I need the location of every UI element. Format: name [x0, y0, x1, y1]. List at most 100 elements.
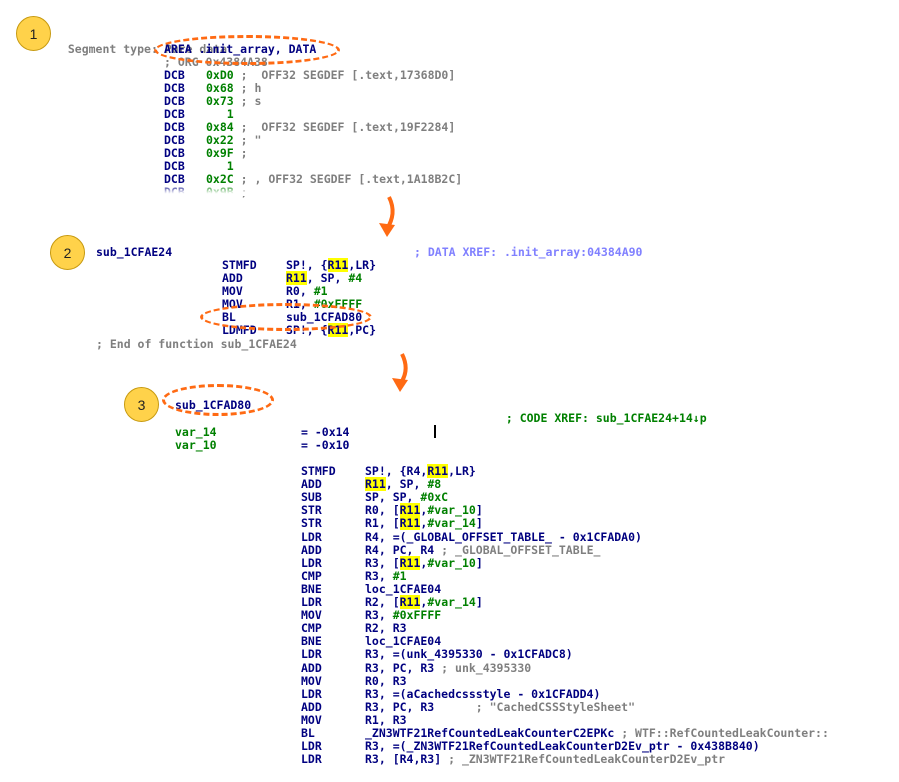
instruction-line[interactable]: LDR R4, =(_GLOBAL_OFFSET_TABLE_ - 0x1CFAD…: [301, 529, 642, 544]
dcb-value: 1: [206, 107, 234, 121]
function-name-sub-1cfae24[interactable]: sub_1CFAE24: [96, 246, 172, 259]
mnemonic: LDR: [301, 647, 322, 662]
mnemonic: STR: [301, 503, 322, 518]
operands: R3, #1: [365, 568, 407, 583]
instruction-line[interactable]: ADD R3, PC, R3 ; unk_4395330: [301, 660, 532, 675]
stack-var-line[interactable]: var_10 = -0x10: [175, 439, 349, 452]
mnemonic: CMP: [301, 568, 322, 583]
instruction-line[interactable]: STR R1, [R11,#var_14]: [301, 516, 483, 531]
mnemonic: ADD: [301, 542, 322, 557]
instruction-line[interactable]: MOV R3, #0xFFFF: [301, 609, 441, 622]
code-xref-tail: p: [699, 411, 707, 425]
end-of-function-comment: ; End of function sub_1CFAE24: [96, 337, 297, 351]
operands: R0, #1: [286, 284, 328, 298]
data-xref-comment[interactable]: ; DATA XREF: .init_array:04384A90: [414, 246, 642, 259]
dcb-value: 1: [206, 159, 234, 173]
flow-arrow-1-icon: [379, 196, 395, 237]
mnemonic: STR: [301, 516, 322, 531]
instruction-line[interactable]: BNE loc_1CFAE04: [301, 581, 442, 596]
listing-fade: [160, 184, 460, 196]
dcb-value: 0xD0: [206, 68, 234, 82]
operands: R0, R3: [365, 673, 407, 688]
operands: SP!, {R11,LR}: [286, 258, 377, 272]
instruction-line[interactable]: SUB SP, SP, #0xC: [301, 491, 448, 504]
code-xref-comment[interactable]: ; CODE XREF: sub_1CFAE24+14↓p: [492, 399, 707, 425]
operands: R4, =(_GLOBAL_OFFSET_TABLE_ - 0x1CFADA0): [365, 529, 642, 544]
operands: SP, SP, #0xC: [365, 490, 449, 505]
mnemonic: ADD: [301, 660, 322, 675]
mnemonic: LDR: [301, 595, 322, 609]
dcb-value: 0x9F: [206, 146, 234, 160]
dcb-value: 0x84: [206, 120, 234, 134]
operands: R3, #0xFFFF: [365, 608, 442, 623]
instruction-line[interactable]: LDR R3, =(_ZN3WTF21RefCountedLeakCounterD…: [301, 740, 760, 753]
instruction-line[interactable]: CMP R3, #1: [301, 568, 407, 583]
mnemonic: STMFD: [301, 464, 336, 478]
operands: R1, [R11,#var_14]: [365, 516, 483, 531]
operands: R4, PC, R4 ; _GLOBAL_OFFSET_TABLE_: [365, 542, 601, 557]
dcb-comment: ; OFF32 SEGDEF [.text,19F2284]: [233, 120, 456, 134]
instruction-line[interactable]: STR R0, [R11,#var_10]: [301, 503, 483, 518]
mnemonic: MOV: [301, 712, 322, 727]
mnemonic: LDR: [301, 529, 322, 544]
operands: R1, R3: [365, 712, 407, 727]
highlight-oval-area: [154, 35, 340, 65]
code-xref-text: ; CODE XREF: sub_1CFAE24+14: [505, 411, 693, 425]
operands: loc_1CFAE04: [365, 634, 442, 649]
instruction-line[interactable]: ADD R11, SP, #8: [301, 477, 442, 492]
operands: R0, [R11,#var_10]: [365, 503, 483, 518]
instruction-line[interactable]: MOV R1, R3: [301, 712, 407, 727]
operands: _ZN3WTF21RefCountedLeakCounterC2EPKc ; W…: [365, 726, 829, 740]
instruction-line[interactable]: LDR R3, =(aCachedcssstyle - 0x1CFADD4): [301, 686, 600, 701]
operands: R3, PC, R3 ; unk_4395330: [365, 660, 532, 675]
mnemonic: BNE: [301, 581, 322, 596]
dcb-comment: ; OFF32 SEGDEF [.text,17368D0]: [233, 68, 456, 82]
mnemonic: BL: [301, 726, 315, 740]
mnemonic: ADD: [301, 699, 322, 714]
instruction-line[interactable]: LDR R3, [R11,#var_10]: [301, 555, 483, 570]
mnemonic: ADD: [301, 477, 322, 492]
step-badge-1: 1: [16, 16, 51, 51]
var-name: var_10: [175, 438, 217, 452]
mnemonic: CMP: [301, 621, 322, 636]
instruction-line[interactable]: ADD R4, PC, R4 ; _GLOBAL_OFFSET_TABLE_: [301, 542, 601, 557]
xref-down-arrow-icon: ↓: [692, 411, 700, 425]
var-value: = -0x14: [301, 425, 350, 439]
instruction-line[interactable]: BL _ZN3WTF21RefCountedLeakCounterC2EPKc ;…: [301, 727, 829, 740]
mnemonic: MOV: [301, 673, 322, 688]
dcb-value: 0x22: [206, 133, 234, 147]
dcb-comment: ; ": [233, 133, 262, 147]
highlight-oval-sub-1cfad80: [162, 384, 274, 416]
step-badge-3: 3: [124, 387, 159, 422]
instruction-line[interactable]: LDR R2, [R11,#var_14]: [301, 595, 483, 609]
segment-type-label: Segment type:: [67, 42, 165, 56]
dcb-comment: ;: [233, 146, 248, 160]
dcb-comment: ; h: [233, 81, 262, 95]
operands: R11, SP, #8: [365, 477, 442, 492]
mnemonic: LDR: [301, 752, 322, 767]
flow-arrow-2-icon: [392, 353, 408, 392]
operands: R3, =(_ZN3WTF21RefCountedLeakCounterD2Ev…: [365, 739, 760, 754]
mnemonic: BNE: [301, 634, 322, 649]
mnemonic: LDR: [301, 555, 322, 570]
operands: R11, SP, #4: [286, 271, 363, 285]
text-cursor: [434, 425, 436, 438]
step-badge-2: 2: [50, 235, 85, 270]
mnemonic: LDR: [301, 739, 322, 754]
operands: R3, [R11,#var_10]: [365, 555, 483, 570]
instruction-line[interactable]: BNE loc_1CFAE04: [301, 635, 441, 648]
dcb-comment: ; s: [233, 94, 262, 108]
operands: loc_1CFAE04: [365, 581, 442, 596]
instruction-line[interactable]: MOV R0, R3: [301, 673, 407, 688]
instruction-line[interactable]: CMP R2, R3: [301, 622, 407, 635]
mnemonic: LDR: [301, 686, 322, 701]
operands: SP!, {R4,R11,LR}: [365, 464, 476, 478]
operands: R3, PC, R3 ; "CachedCSSStyleSheet": [365, 699, 636, 714]
instruction-line[interactable]: LDR R3, =(unk_4395330 - 0x1CFADC8): [301, 648, 573, 661]
operands: R3, =(unk_4395330 - 0x1CFADC8): [365, 647, 573, 662]
instruction-line[interactable]: ADD R3, PC, R3 ; "CachedCSSStyleSheet": [301, 699, 636, 714]
instruction-line[interactable]: LDR R3, [R4,R3] ; _ZN3WTF21RefCountedLeak…: [301, 753, 725, 766]
dcb-value: 0x73: [206, 94, 234, 108]
instruction-line[interactable]: STMFD SP!, {R4,R11,LR}: [301, 464, 476, 478]
mnemonic: MOV: [301, 608, 322, 623]
